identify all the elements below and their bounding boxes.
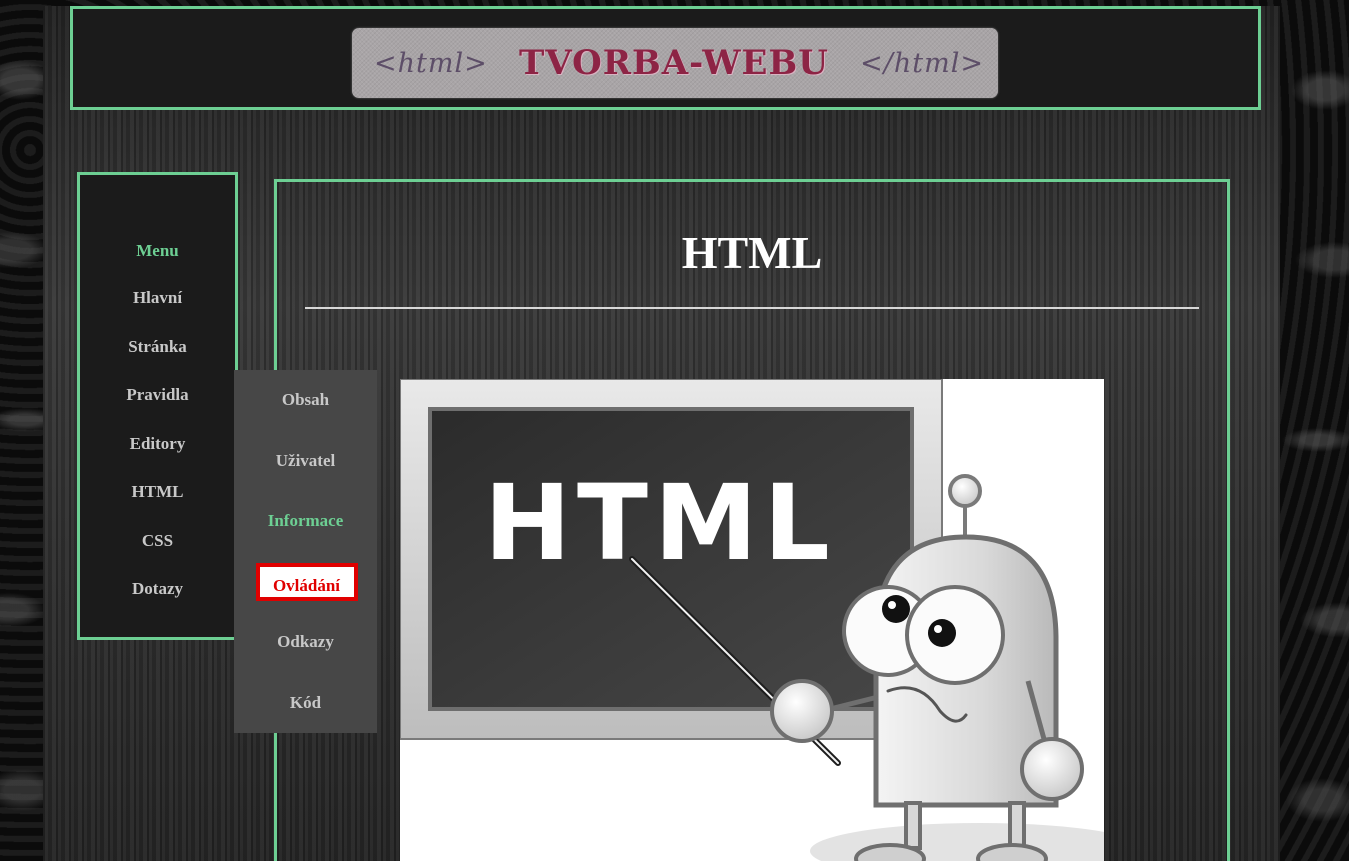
submenu-item-ovladani[interactable]: Ovládání <box>255 562 358 601</box>
submenu-item-obsah[interactable]: Obsah <box>234 370 377 431</box>
sidebar-item-html[interactable]: HTML <box>80 468 235 517</box>
sidebar-item-editory[interactable]: Editory <box>80 420 235 469</box>
board-text: HTML <box>484 462 836 584</box>
html-submenu: Obsah Uživatel Informace Ovládání Odkazy… <box>234 370 377 733</box>
html-robot-illustration: HTML <box>400 379 1104 861</box>
sidebar-item-css[interactable]: CSS <box>80 517 235 566</box>
logo-title: TVORBA-WEBU <box>519 43 829 83</box>
title-divider <box>305 307 1199 309</box>
submenu-item-kod[interactable]: Kód <box>234 673 377 734</box>
logo-right-tag: </html> <box>860 47 984 79</box>
sidebar-item-hlavni[interactable]: Hlavní <box>80 274 235 323</box>
sidebar-list: Menu Hlavní Stránka Pravidla Editory HTM… <box>80 228 235 614</box>
submenu-item-ovladani-row: Ovládání <box>234 552 377 613</box>
sidebar-menu: Menu Hlavní Stránka Pravidla Editory HTM… <box>77 172 238 640</box>
submenu-list: Obsah Uživatel Informace Ovládání Odkazy… <box>234 370 377 733</box>
sidebar-menu-title: Menu <box>136 241 179 260</box>
submenu-item-uzivatel[interactable]: Uživatel <box>234 431 377 492</box>
page-title: HTML <box>681 227 823 278</box>
site-header: <html> TVORBA-WEBU </html> <box>70 6 1261 110</box>
submenu-item-odkazy[interactable]: Odkazy <box>234 612 377 673</box>
submenu-item-informace[interactable]: Informace <box>234 491 377 552</box>
logo-left-tag: <html> <box>374 47 488 79</box>
sidebar-item-pravidla[interactable]: Pravidla <box>80 371 235 420</box>
sidebar-item-stranka[interactable]: Stránka <box>80 323 235 372</box>
sidebar-item-dotazy[interactable]: Dotazy <box>80 565 235 614</box>
main-content: HTML HTML <box>274 179 1230 861</box>
site-logo-banner[interactable]: <html> TVORBA-WEBU </html> <box>352 28 998 98</box>
